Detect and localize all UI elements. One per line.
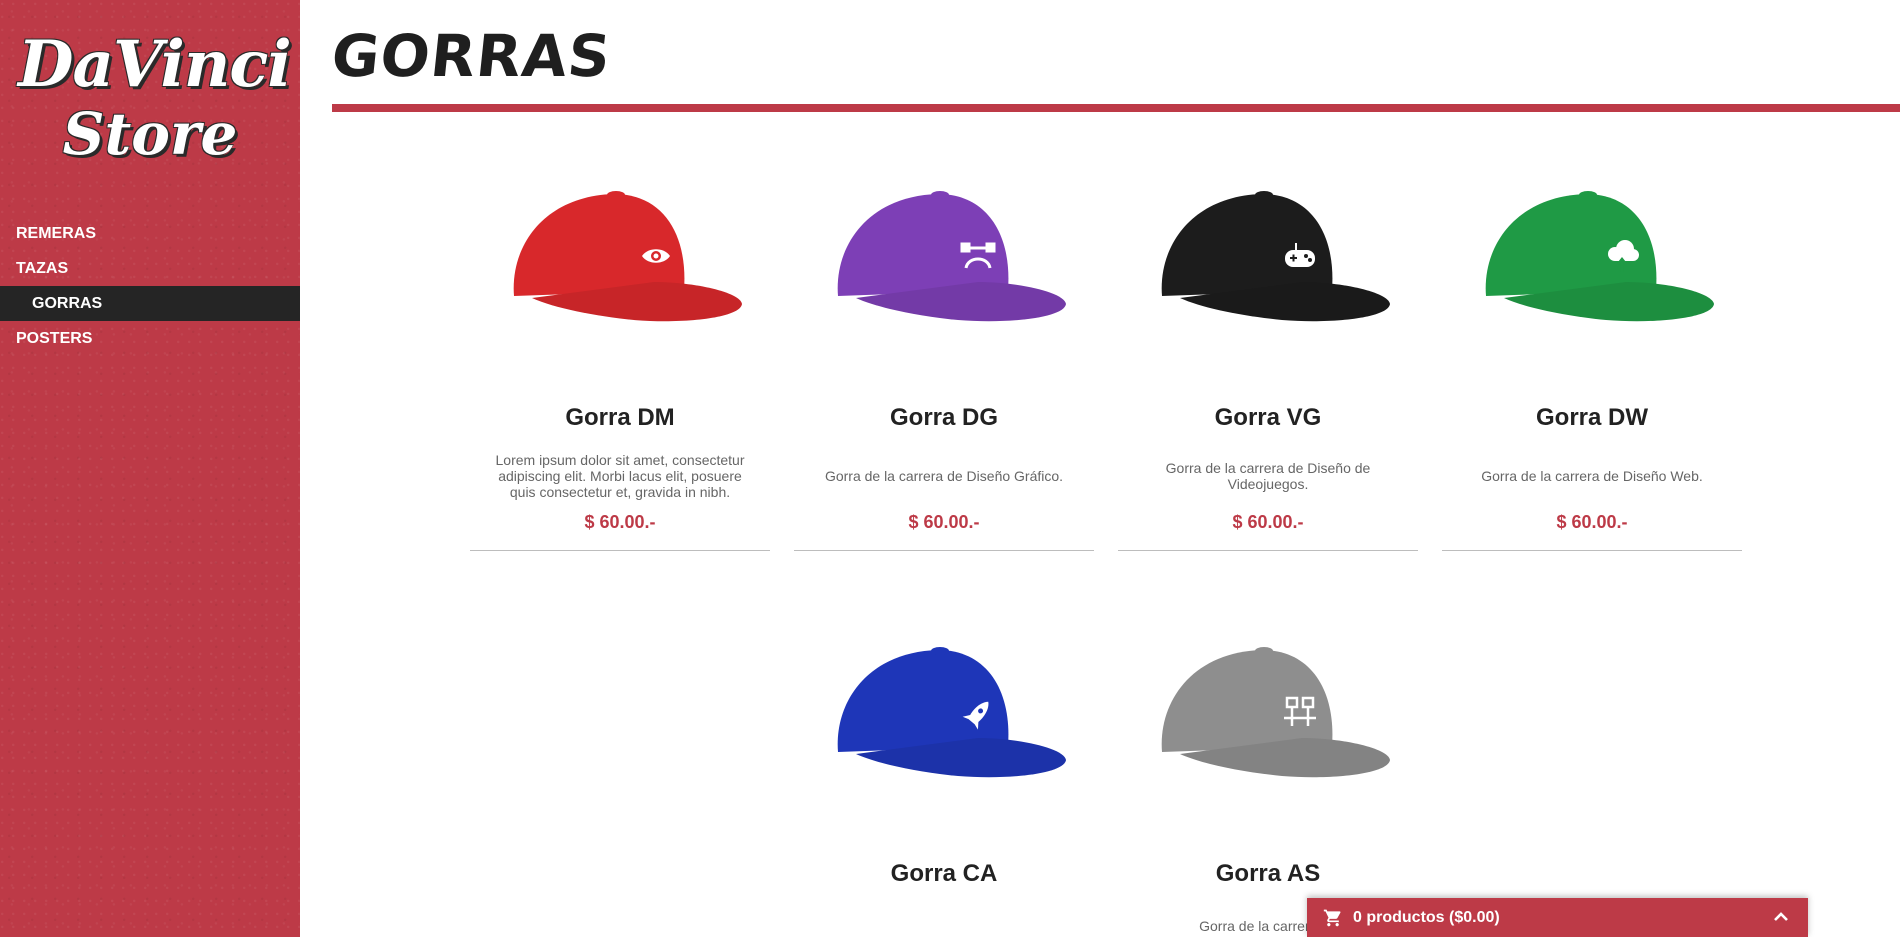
nav-item-posters[interactable]: POSTERS [0, 321, 300, 356]
chevron-up-icon[interactable] [1772, 908, 1790, 926]
cap-image[interactable] [1152, 642, 1392, 782]
product-price: $ 60.00.- [908, 512, 980, 532]
title-divider [332, 104, 1900, 112]
logo-line-2: Store [62, 100, 238, 168]
cap-image[interactable] [504, 186, 744, 326]
cap-shape [1161, 647, 1390, 778]
product-description: Gorra de la carrera de Diseño de Videoju… [1165, 460, 1371, 492]
cart-icon [1323, 909, 1341, 926]
product-description: Gorra de la carrera de Diseño Web. [1481, 468, 1703, 484]
nav-item-gorras[interactable]: GORRAS [0, 286, 300, 321]
cart-summary: 0 productos ($0.00) [1353, 908, 1500, 926]
cap-shape [837, 647, 1066, 778]
product-name[interactable]: Gorra AS [1118, 860, 1418, 888]
card-divider [1442, 550, 1742, 551]
logo-line-1: DaVinci [18, 27, 292, 102]
cap-shape [513, 191, 742, 322]
sidebar: DaVinci Store REMERAS TAZAS GORRAS POSTE… [0, 0, 300, 937]
cap-image[interactable] [828, 186, 1068, 326]
cap-image[interactable] [1152, 186, 1392, 326]
product-price: $ 60.00.- [1556, 512, 1628, 532]
cap-shape [837, 191, 1066, 322]
cap-image[interactable] [1476, 186, 1716, 326]
product-price: $ 60.00.- [584, 512, 656, 532]
product-name[interactable]: Gorra DM [470, 404, 770, 432]
product-description: Lorem ipsum dolor sit amet, consectetur … [495, 452, 745, 500]
product-description [814, 904, 1074, 937]
card-divider [1118, 550, 1418, 551]
cap-image[interactable] [828, 642, 1068, 782]
product-name[interactable]: Gorra DW [1442, 404, 1742, 432]
card-divider [470, 550, 770, 551]
nav-item-remeras[interactable]: REMERAS [0, 216, 300, 251]
product-name[interactable]: Gorra DG [794, 404, 1094, 432]
cap-shape [1485, 191, 1714, 322]
store-logo[interactable]: DaVinci Store [18, 27, 292, 178]
nav-item-tazas[interactable]: TAZAS [0, 251, 300, 286]
product-name[interactable]: Gorra VG [1118, 404, 1418, 432]
product-name[interactable]: Gorra CA [794, 860, 1094, 888]
cap-shape [1161, 191, 1390, 322]
category-nav: REMERAS TAZAS GORRAS POSTERS [0, 216, 300, 356]
card-divider [794, 550, 1094, 551]
cart-bar[interactable]: 0 productos ($0.00) [1307, 898, 1808, 937]
page-title: GORRAS [328, 22, 615, 90]
product-description: Gorra de la carrera de Diseño Gráfico. [824, 468, 1064, 484]
product-price: $ 60.00.- [1232, 512, 1304, 532]
